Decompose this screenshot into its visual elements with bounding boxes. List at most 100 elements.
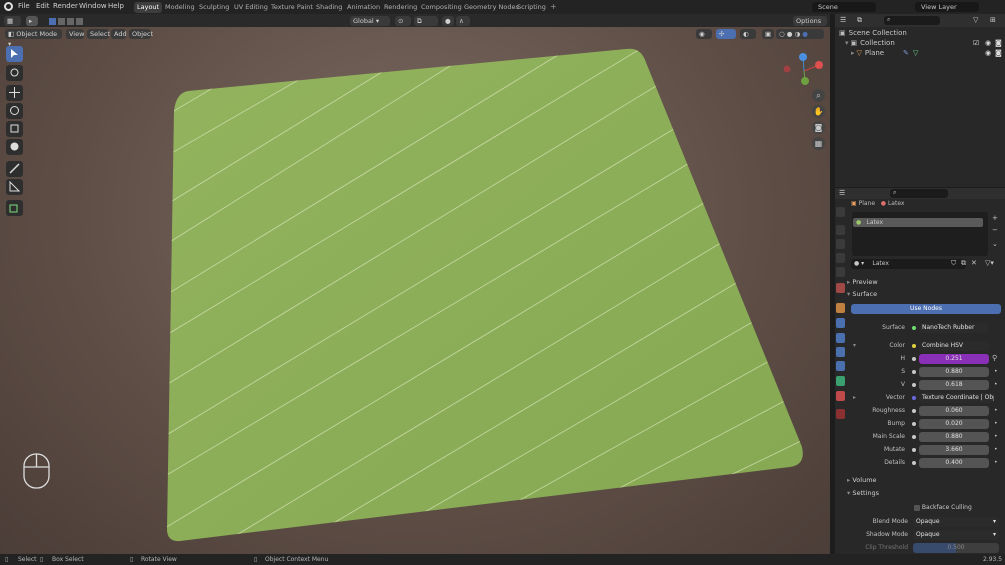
surface-shader-field[interactable]: NanoTech Rubber bbox=[919, 323, 989, 333]
measure-tool[interactable] bbox=[6, 179, 23, 195]
remove-slot-icon[interactable]: − bbox=[992, 226, 998, 234]
pan-hand-icon[interactable]: ✋ bbox=[812, 105, 825, 118]
modifier-tab-icon[interactable] bbox=[836, 318, 845, 328]
scene-selector[interactable]: Scene bbox=[812, 2, 876, 12]
mutate-field[interactable]: 3.660 bbox=[919, 445, 989, 455]
move-tool[interactable] bbox=[6, 85, 23, 101]
main-scale-field[interactable]: 0.880 bbox=[919, 432, 989, 442]
tab-scripting[interactable]: Scripting bbox=[514, 2, 549, 13]
surface-section-header[interactable]: ▾ Surface bbox=[847, 290, 877, 298]
particles-tab-icon[interactable] bbox=[836, 333, 845, 343]
view-layer-tab-icon[interactable] bbox=[836, 253, 845, 263]
object-tab-icon[interactable] bbox=[836, 303, 845, 313]
preview-section-header[interactable]: ▸ Preview bbox=[847, 278, 878, 286]
keyframe-dot-icon[interactable]: • bbox=[994, 420, 998, 427]
3d-viewport[interactable]: ◧ Object Mode ▾ View Select Add Object ◉… bbox=[0, 27, 830, 554]
filter-icon[interactable]: ▽ bbox=[973, 16, 978, 24]
editor-type-icon[interactable]: ▦ bbox=[4, 16, 21, 26]
options-dropdown[interactable]: Options ▾ bbox=[793, 16, 827, 35]
keyframe-dot-icon[interactable]: • bbox=[994, 446, 998, 453]
display-mode-icon[interactable]: ⧉ bbox=[857, 16, 862, 25]
proportional-edit-icon[interactable]: ● bbox=[442, 16, 454, 26]
transform-tool[interactable] bbox=[6, 139, 23, 155]
visibility-icon[interactable]: ◉ bbox=[696, 29, 712, 39]
use-nodes-button[interactable]: Use Nodes bbox=[851, 304, 1001, 314]
slot-menu-icon[interactable]: ⌄ bbox=[992, 240, 998, 248]
link-dropdown-icon[interactable]: ▽▾ bbox=[985, 259, 994, 267]
s-field[interactable]: 0.880 bbox=[919, 367, 989, 377]
tab-modeling[interactable]: Modeling bbox=[162, 2, 198, 13]
mode-dropdown[interactable]: ◧ Object Mode ▾ bbox=[5, 29, 62, 48]
tab-sculpting[interactable]: Sculpting bbox=[196, 2, 232, 13]
menu-view[interactable]: View bbox=[66, 29, 84, 39]
keyframe-dot-icon[interactable]: • bbox=[994, 433, 998, 440]
duplicate-material-icon[interactable]: ⧉ bbox=[961, 259, 966, 268]
snap-icon[interactable]: ⧉ bbox=[414, 16, 438, 26]
properties-search-input[interactable]: ⌕ bbox=[890, 189, 948, 198]
tab-texture-paint[interactable]: Texture Paint bbox=[268, 2, 316, 13]
clip-threshold-slider[interactable]: 0.500 bbox=[913, 543, 999, 553]
overlay-icon[interactable]: ◐ bbox=[740, 29, 756, 39]
new-collection-icon[interactable]: ⊞ bbox=[990, 16, 996, 24]
keyframe-dot-icon[interactable]: • bbox=[994, 381, 998, 388]
physics-tab-icon[interactable] bbox=[836, 347, 845, 357]
gizmo-icon[interactable]: ✣ bbox=[716, 29, 736, 39]
details-field[interactable]: 0.400 bbox=[919, 458, 989, 468]
scale-tool[interactable] bbox=[6, 121, 23, 137]
outliner-row-scene-collection[interactable]: ▣ Scene Collection bbox=[839, 29, 1004, 39]
unlink-material-icon[interactable]: ✕ bbox=[971, 259, 977, 267]
world-tab-icon[interactable] bbox=[836, 283, 845, 293]
constraints-tab-icon[interactable] bbox=[836, 361, 845, 371]
scene-tab-icon[interactable] bbox=[836, 267, 845, 277]
tab-geometry-nodes[interactable]: Geometry Nodes bbox=[461, 2, 522, 13]
menu-help[interactable]: Help bbox=[108, 2, 124, 10]
tab-layout[interactable]: Layout bbox=[134, 2, 163, 13]
properties-editor-icon[interactable]: ☰ bbox=[839, 189, 845, 197]
color-input-field[interactable]: Combine HSV bbox=[919, 341, 989, 351]
menu-select[interactable]: Select bbox=[87, 29, 110, 39]
grid-icon[interactable]: ▦ bbox=[812, 137, 825, 150]
pivot-icon[interactable]: ⊙ bbox=[395, 16, 411, 26]
fake-user-icon[interactable]: ⛉ bbox=[951, 259, 956, 268]
cursor-tool[interactable] bbox=[6, 65, 23, 81]
roughness-field[interactable]: 0.060 bbox=[919, 406, 989, 416]
material-datablock[interactable]: ● ▾ Latex bbox=[851, 259, 966, 269]
tab-shading[interactable]: Shading bbox=[313, 2, 345, 13]
select-box-tool[interactable] bbox=[6, 46, 23, 62]
vector-input-field[interactable]: Texture Coordinate | Obje... bbox=[919, 393, 994, 403]
outliner-row-collection[interactable]: ▾ ▣ Collection ☑ ◉ ◙ bbox=[845, 39, 1003, 49]
material-browse-icon[interactable]: ● ▾ bbox=[854, 260, 864, 267]
keyframe-icon[interactable]: ⚲ bbox=[992, 354, 997, 362]
camera-render-icon[interactable]: ◙ bbox=[995, 49, 1002, 57]
render-tab-icon[interactable] bbox=[836, 225, 845, 235]
outliner-editor-icon[interactable]: ☰ bbox=[840, 16, 846, 24]
outliner-search-input[interactable]: ⌕ bbox=[884, 16, 940, 25]
checkbox-icon[interactable]: ☑ bbox=[973, 39, 979, 47]
h-field[interactable]: 0.251 bbox=[919, 354, 989, 364]
menu-add[interactable]: Add bbox=[111, 29, 127, 39]
data-tab-icon[interactable] bbox=[836, 376, 845, 386]
keyframe-dot-icon[interactable]: • bbox=[994, 407, 998, 414]
falloff-icon[interactable]: ∧ bbox=[456, 16, 470, 26]
eye-icon[interactable]: ◉ bbox=[985, 49, 991, 57]
backface-culling-checkbox[interactable]: Backface Culling bbox=[914, 504, 972, 511]
shading-mode-icons[interactable]: ○ ● ◑ ● bbox=[776, 29, 824, 39]
menu-object[interactable]: Object bbox=[129, 29, 153, 39]
camera-icon[interactable]: ◙ bbox=[812, 121, 825, 134]
outliner-row-plane[interactable]: ▸ ▽ Plane ✎ ▽ ◉ ◙ bbox=[851, 49, 1003, 59]
keyframe-dot-icon[interactable]: • bbox=[994, 459, 998, 466]
select-tool-icon[interactable]: ▸ bbox=[26, 16, 38, 26]
material-tab-icon[interactable] bbox=[836, 391, 845, 401]
blender-logo-icon[interactable] bbox=[4, 2, 13, 11]
tab-uv-editing[interactable]: UV Editing bbox=[231, 2, 271, 13]
zoom-icon[interactable]: ⌕ bbox=[812, 89, 825, 102]
menu-render[interactable]: Render bbox=[53, 2, 78, 10]
tab-compositing[interactable]: Compositing bbox=[418, 2, 465, 13]
settings-section-header[interactable]: ▾ Settings bbox=[847, 489, 879, 497]
view-layer-selector[interactable]: View Layer bbox=[915, 2, 979, 12]
v-field[interactable]: 0.618 bbox=[919, 380, 989, 390]
add-cube-tool[interactable] bbox=[6, 200, 23, 216]
annotate-tool[interactable] bbox=[6, 161, 23, 177]
eye-icon[interactable]: ◉ bbox=[985, 39, 991, 47]
bump-field[interactable]: 0.020 bbox=[919, 419, 989, 429]
